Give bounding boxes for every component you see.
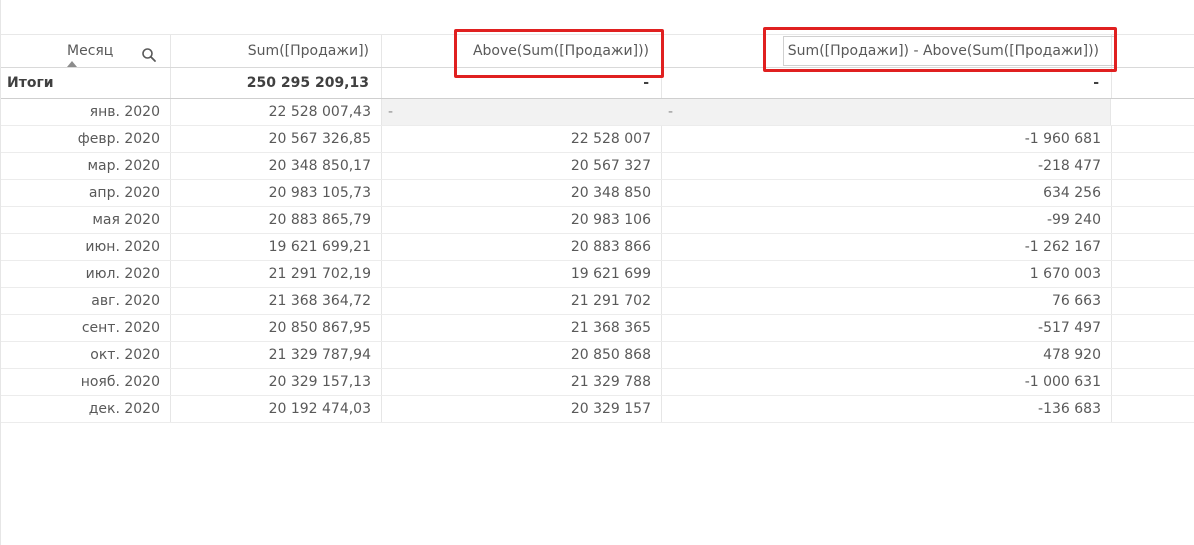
cell-diff: -1 960 681 xyxy=(662,126,1112,152)
table-row[interactable]: апр. 2020 20 983 105,73 20 348 850 634 256 xyxy=(1,180,1194,207)
cell-sum: 19 621 699,21 xyxy=(171,234,382,260)
cell-above: 19 621 699 xyxy=(382,261,662,287)
table-row[interactable]: янв. 2020 22 528 007,43- - xyxy=(1,99,1194,126)
cell-month[interactable]: окт. 2020 xyxy=(1,342,171,368)
cell-above: 20 850 868 xyxy=(382,342,662,368)
cell-month[interactable]: сент. 2020 xyxy=(1,315,171,341)
totals-sum: 250 295 209,13 xyxy=(171,68,382,98)
table-body: янв. 2020 22 528 007,43- - февр. 2020 20 567… xyxy=(1,99,1194,423)
column-header-empty xyxy=(1112,35,1194,67)
cell-sum: 20 567 326,85 xyxy=(171,126,382,152)
cell-above: 20 983 106 xyxy=(382,207,662,233)
totals-above: - xyxy=(382,68,662,98)
column-header-above-label: Above(Sum([Продажи])) xyxy=(472,43,649,59)
cell-sum: 20 348 850,17 xyxy=(171,153,382,179)
cell-sum: 20 329 157,13 xyxy=(171,369,382,395)
column-header-month-label: Месяц xyxy=(67,43,114,59)
cell-sum: 20 192 474,03 xyxy=(171,396,382,422)
cell-above: 21 329 788 xyxy=(382,369,662,395)
cell-above: 21 368 365 xyxy=(382,315,662,341)
cell-diff: -1 000 631 xyxy=(662,369,1112,395)
column-header-month[interactable]: Месяц xyxy=(1,35,171,67)
cell-above: - xyxy=(382,99,662,125)
cell-month[interactable]: мар. 2020 xyxy=(1,153,171,179)
cell-diff: -99 240 xyxy=(662,207,1112,233)
table-row[interactable]: дек. 2020 20 192 474,03 20 329 157 -136 683 xyxy=(1,396,1194,423)
cell-month[interactable]: нояб. 2020 xyxy=(1,369,171,395)
cell-diff: 478 920 xyxy=(662,342,1112,368)
table-row[interactable]: авг. 2020 21 368 364,72 21 291 702 76 663 xyxy=(1,288,1194,315)
cell-diff: -517 497 xyxy=(662,315,1112,341)
cell-sum: 20 983 105,73 xyxy=(171,180,382,206)
cell-month[interactable]: мая 2020 xyxy=(1,207,171,233)
cell-above: 20 348 850 xyxy=(382,180,662,206)
cell-sum: 22 528 007,43 xyxy=(171,99,382,125)
cell-month[interactable]: дек. 2020 xyxy=(1,396,171,422)
totals-label: Итоги xyxy=(1,68,171,98)
cell-diff: 76 663 xyxy=(662,288,1112,314)
column-header-above[interactable]: Above(Sum([Продажи])) xyxy=(382,35,662,67)
cell-sum: 21 329 787,94 xyxy=(171,342,382,368)
cell-sum: 20 850 867,95 xyxy=(171,315,382,341)
cell-diff: - xyxy=(662,99,1111,125)
column-header-sum[interactable]: Sum([Продажи]) xyxy=(171,35,382,67)
cell-diff: -218 477 xyxy=(662,153,1112,179)
column-header-focus-box xyxy=(783,36,1117,66)
table-row[interactable]: мая 2020 20 883 865,79 20 983 106 -99 240 xyxy=(1,207,1194,234)
table-row[interactable]: окт. 2020 21 329 787,94 20 850 868 478 920 xyxy=(1,342,1194,369)
cell-diff: -136 683 xyxy=(662,396,1112,422)
cell-sum: 21 291 702,19 xyxy=(171,261,382,287)
totals-row: Итоги 250 295 209,13 - - xyxy=(1,68,1194,99)
table-row[interactable]: июн. 2020 19 621 699,21 20 883 866 -1 262 1… xyxy=(1,234,1194,261)
cell-sum: 20 883 865,79 xyxy=(171,207,382,233)
column-header-sum-label: Sum([Продажи]) xyxy=(247,43,369,59)
cell-above: 21 291 702 xyxy=(382,288,662,314)
cell-month[interactable]: февр. 2020 xyxy=(1,126,171,152)
table-row[interactable]: мар. 2020 20 348 850,17 20 567 327 -218 477 xyxy=(1,153,1194,180)
cell-diff: 1 670 003 xyxy=(662,261,1112,287)
cell-above: 20 329 157 xyxy=(382,396,662,422)
totals-diff: - xyxy=(662,68,1112,98)
cell-sum: 21 368 364,72 xyxy=(171,288,382,314)
cell-month[interactable]: янв. 2020 xyxy=(1,99,171,125)
cell-month[interactable]: июн. 2020 xyxy=(1,234,171,260)
table-row[interactable]: июл. 2020 21 291 702,19 19 621 699 1 670 00… xyxy=(1,261,1194,288)
cell-above: 22 528 007 xyxy=(382,126,662,152)
cell-month[interactable]: апр. 2020 xyxy=(1,180,171,206)
table-row[interactable]: нояб. 2020 20 329 157,13 21 329 788 -1 000 … xyxy=(1,369,1194,396)
cell-month[interactable]: июл. 2020 xyxy=(1,261,171,287)
sort-ascending-icon xyxy=(67,61,77,67)
table-row[interactable]: февр. 2020 20 567 326,85 22 528 007 -1 960 … xyxy=(1,126,1194,153)
search-icon[interactable] xyxy=(141,43,157,62)
cell-month[interactable]: авг. 2020 xyxy=(1,288,171,314)
cell-above: 20 567 327 xyxy=(382,153,662,179)
cell-diff: 634 256 xyxy=(662,180,1112,206)
table-row[interactable]: сент. 2020 20 850 867,95 21 368 365 -517 49… xyxy=(1,315,1194,342)
cell-above: 20 883 866 xyxy=(382,234,662,260)
table-frame: Месяц Sum([Продажи]) Above(Sum([Продажи]… xyxy=(0,0,1194,545)
cell-diff: -1 262 167 xyxy=(662,234,1112,260)
